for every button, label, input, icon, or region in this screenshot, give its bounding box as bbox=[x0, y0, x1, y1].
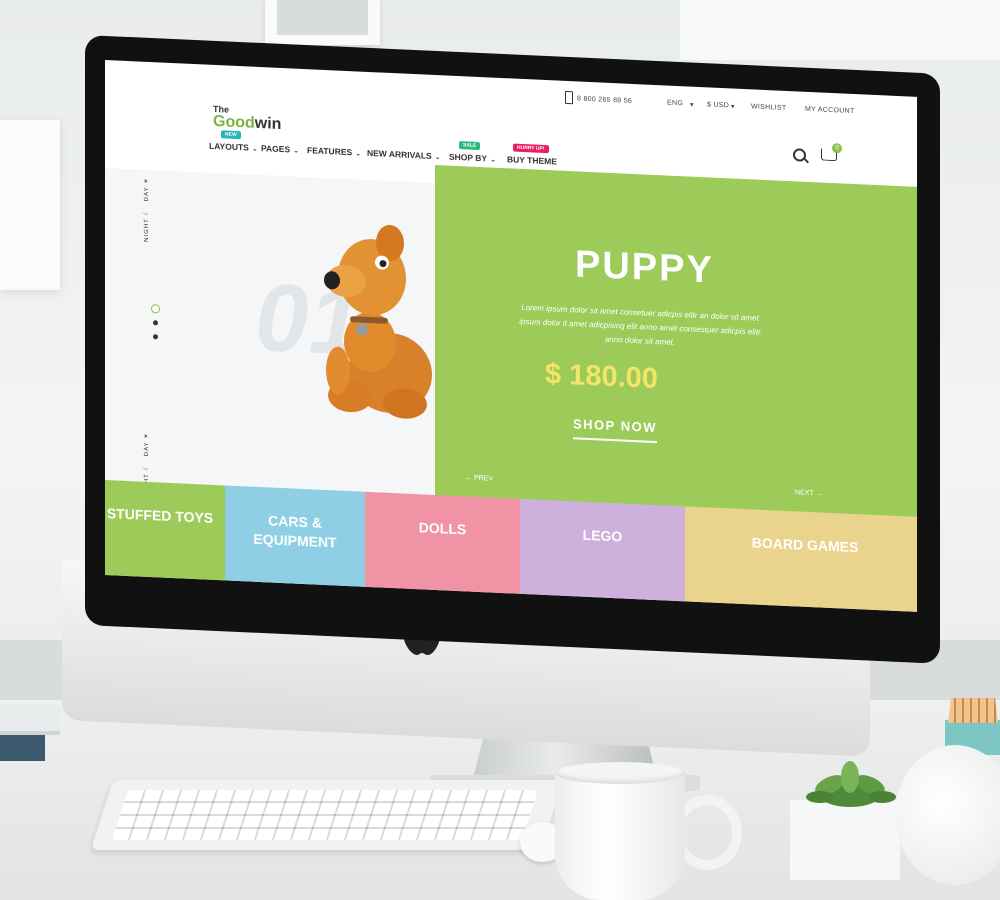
language-chevron-icon: ▾ bbox=[690, 101, 694, 109]
wall-window bbox=[680, 0, 1000, 60]
book bbox=[0, 735, 45, 761]
nav-label: SHOP BY bbox=[449, 151, 488, 164]
slide-dot-2[interactable] bbox=[153, 320, 158, 326]
slide-dot-3[interactable] bbox=[153, 334, 158, 340]
nav-label: BUY THEME bbox=[507, 154, 557, 167]
nav-buy-theme[interactable]: HURRY UP! BUY THEME bbox=[507, 143, 557, 167]
logo-win: win bbox=[254, 114, 282, 134]
chevron-down-icon: ⌄ bbox=[355, 150, 362, 158]
pencils bbox=[948, 698, 998, 723]
keyboard bbox=[90, 780, 564, 850]
plant-pot bbox=[790, 800, 900, 880]
my-account-link[interactable]: MY ACCOUNT bbox=[805, 106, 855, 115]
arrow-right-icon: → bbox=[815, 490, 823, 498]
cart-count-badge: 0 bbox=[832, 143, 842, 154]
succulent-plant-icon bbox=[806, 761, 896, 807]
chevron-down-icon: ⌄ bbox=[490, 156, 496, 164]
chevron-down-icon: ⌄ bbox=[293, 147, 300, 155]
nav-shop-by[interactable]: SALE SHOP BY ⌄ bbox=[449, 141, 496, 164]
chevron-down-icon: ⌄ bbox=[251, 145, 258, 153]
monitor-screen: 8 800 265 89 56 ENG ▾ $ USD ▾ WISHLIST M… bbox=[105, 60, 917, 612]
prev-slide-button[interactable]: ← PREV bbox=[465, 474, 493, 482]
coffee-cup-rim bbox=[555, 762, 685, 784]
language-select[interactable]: ENG bbox=[667, 100, 683, 108]
phone-number: 8 800 265 89 56 bbox=[577, 95, 633, 105]
site-logo[interactable]: The Goodwin bbox=[213, 104, 282, 134]
shop-now-button[interactable]: SHOP NOW bbox=[573, 416, 657, 444]
wall-card bbox=[0, 120, 60, 290]
keyboard-keys bbox=[111, 790, 539, 840]
hero-description: Lorem ipsum dolor sit amet consetuer adi… bbox=[519, 302, 761, 347]
nav-badge-hurry: HURRY UP! bbox=[513, 143, 549, 154]
day-label: DAY bbox=[144, 441, 150, 457]
wall-picture-frame bbox=[265, 0, 380, 45]
hero-price: $ 180.00 bbox=[545, 357, 658, 396]
hero-panel: PUPPY Lorem ipsum dolor sit amet consetu… bbox=[435, 164, 917, 537]
nav-new-arrivals[interactable]: NEW ARRIVALS ⌄ bbox=[367, 148, 441, 161]
slide-dot-1[interactable] bbox=[151, 304, 160, 314]
nav-label: FEATURES bbox=[307, 145, 353, 158]
nav-label: NEW ARRIVALS bbox=[367, 147, 432, 161]
category-lego[interactable]: LEGO bbox=[520, 498, 685, 612]
nav-layouts[interactable]: NEW LAYOUTS ⌄ bbox=[209, 130, 258, 153]
currency-chevron-icon: ▾ bbox=[731, 103, 735, 111]
hero-title: PUPPY bbox=[575, 243, 714, 292]
book-stack bbox=[0, 705, 60, 735]
day-night-toggle[interactable]: NIGHT ☾ DAY ☀ bbox=[143, 177, 150, 242]
next-label: NEXT bbox=[795, 489, 814, 498]
nav-badge-sale: SALE bbox=[459, 141, 481, 151]
prev-label: PREV bbox=[473, 474, 494, 483]
day-label: DAY bbox=[144, 186, 150, 202]
nav-label: LAYOUTS bbox=[209, 140, 249, 153]
night-label: NIGHT bbox=[144, 218, 150, 243]
nav-features[interactable]: FEATURES ⌄ bbox=[307, 145, 361, 157]
nav-pages[interactable]: PAGES ⌄ bbox=[261, 143, 299, 155]
coffee-cup bbox=[555, 770, 685, 900]
category-board-games[interactable]: BOARD GAMES bbox=[685, 506, 917, 612]
currency-select[interactable]: $ USD bbox=[707, 101, 729, 109]
plush-dog-image bbox=[324, 224, 432, 419]
nav-label: PAGES bbox=[261, 143, 291, 155]
logo-good: Good bbox=[213, 112, 255, 132]
phone-icon bbox=[565, 90, 573, 105]
search-icon[interactable] bbox=[793, 148, 806, 162]
next-slide-button[interactable]: NEXT → bbox=[795, 489, 823, 497]
wishlist-link[interactable]: WISHLIST bbox=[751, 103, 786, 112]
nav-badge-new: NEW bbox=[221, 130, 241, 140]
arrow-left-icon: ← bbox=[465, 474, 472, 482]
chevron-down-icon: ⌄ bbox=[434, 153, 441, 162]
